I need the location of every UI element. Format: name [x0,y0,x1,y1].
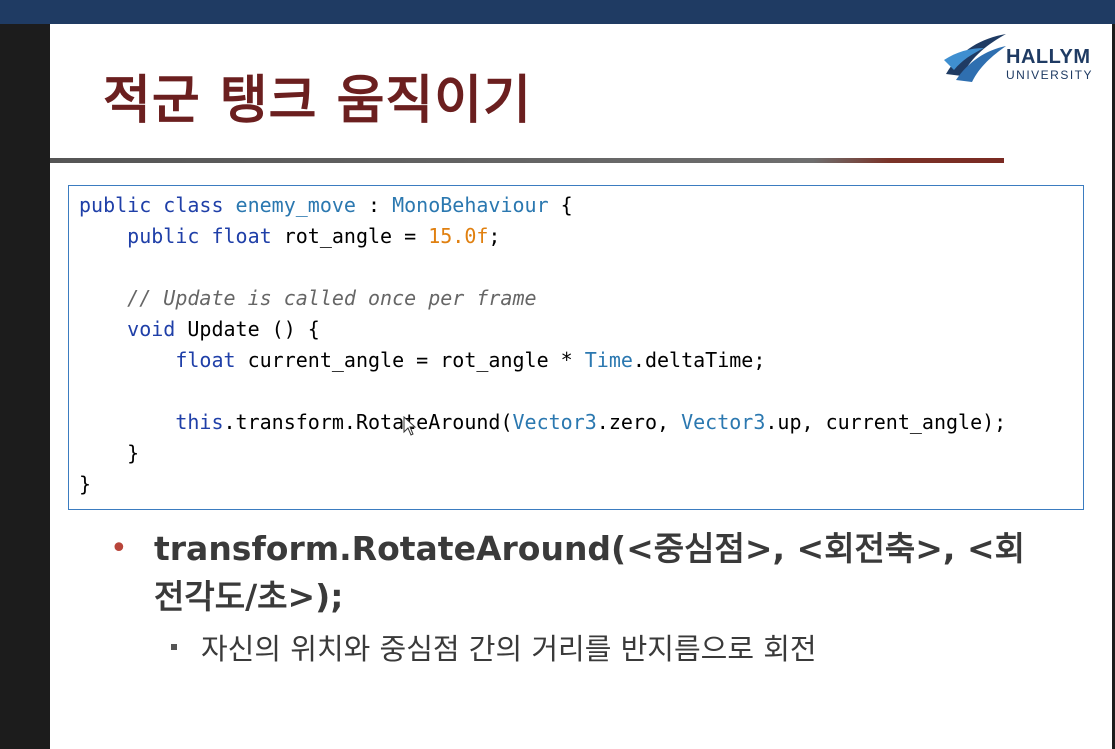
code-token: public float [79,224,284,248]
code-token: : [355,193,393,217]
code-token: .transform.RotateAround( [223,410,513,434]
code-line-6: this.transform.RotateAround(Vector3.zero… [79,407,1006,437]
code-token: .zero, [596,410,682,434]
code-token: this [79,410,224,434]
code-token: MonoBehaviour [392,193,549,217]
code-token: { [548,193,573,217]
code-token: enemy_move [235,193,356,217]
left-bar [0,24,50,749]
logo-name: HALLYM [1006,46,1091,68]
code-token: } [79,441,140,465]
code-token: } [79,472,92,496]
code-block: public class enemy_move : MonoBehaviour … [68,185,1084,510]
code-token: Vector3 [681,410,766,434]
title-divider [50,158,1004,163]
bullet-marker: • [110,531,128,566]
code-line-8: } [79,469,91,499]
code-token: Vector3 [512,410,597,434]
wave-logo-icon [944,34,1006,82]
code-line-1: public class enemy_move : MonoBehaviour … [79,190,573,220]
code-token: .up, current_angle); [765,410,1007,434]
code-comment: // Update is called once per frame [79,286,537,310]
slide-title: 적군 탱크 움직이기 [103,71,532,131]
code-line-7: } [79,438,139,468]
code-token: Update () { [187,317,320,341]
code-token: .deltaTime; [632,348,766,372]
main-bullet-text: transform.RotateAround(<중심점>, <회전축>, <회전… [154,529,1025,616]
code-line-5: float current_angle = rot_angle * Time.d… [79,345,765,375]
code-token: public class [79,193,236,217]
code-token: rot_angle = [283,224,429,248]
code-line-3: // Update is called once per frame [79,283,537,313]
logo-subtitle: UNIVERSITY [1006,68,1094,82]
code-line-2: public float rot_angle = 15.0f; [79,221,500,251]
code-token: void [79,317,188,341]
code-token: current_angle = rot_angle * [247,348,585,372]
text-cursor-icon [403,416,417,436]
sub-bullet-marker [171,644,177,650]
hallym-logo: HALLYM UNIVERSITY [942,26,1102,88]
sub-bullet-text: 자신의 위치와 중심점 간의 거리를 반지름으로 회전 [201,632,817,666]
code-token: float [79,348,248,372]
code-token: Time [584,348,633,372]
code-token: ; [488,224,501,248]
code-token: 15.0f [428,224,489,248]
code-line-4: void Update () { [79,314,320,344]
top-bar [0,0,1115,24]
